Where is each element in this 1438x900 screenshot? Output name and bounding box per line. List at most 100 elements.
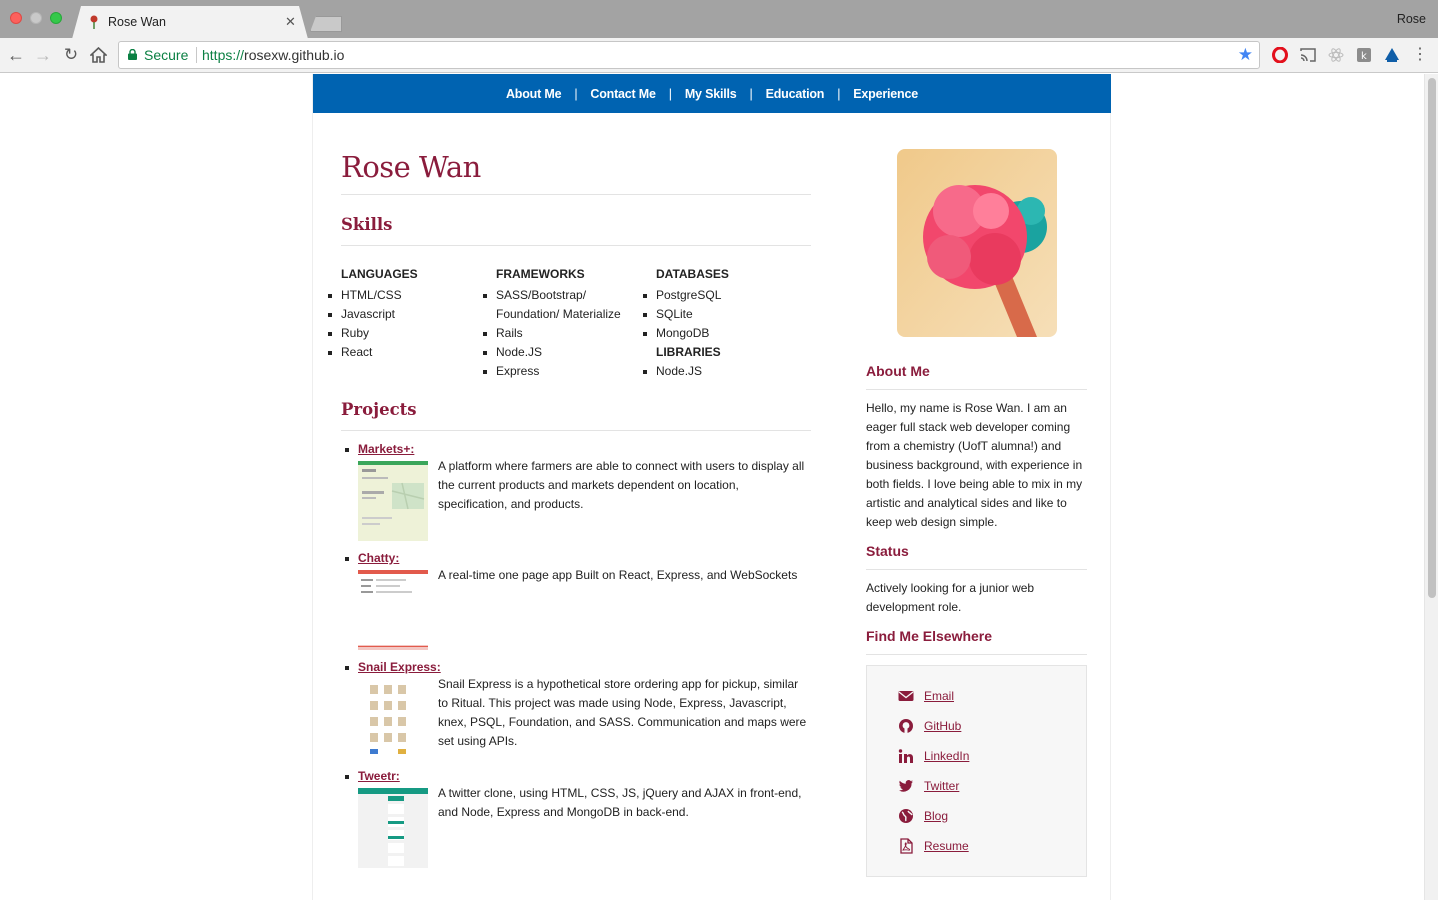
skill-item: PostgreSQL bbox=[643, 286, 729, 305]
skill-item: Rails bbox=[483, 324, 621, 343]
elsewhere-rule bbox=[866, 654, 1087, 655]
skill-item: Node.JS bbox=[483, 343, 621, 362]
nav-experience[interactable]: Experience bbox=[853, 87, 918, 101]
about-rule bbox=[866, 389, 1087, 390]
pdf-icon bbox=[900, 838, 913, 854]
forward-arrow-icon[interactable]: → bbox=[34, 46, 52, 64]
browser-titlebar: Rose Wan ✕ Rose bbox=[0, 0, 1438, 38]
twitter-icon bbox=[899, 780, 913, 792]
top-navigation: About Me | Contact Me | My Skills | Educ… bbox=[313, 74, 1111, 113]
nav-contact-me[interactable]: Contact Me bbox=[590, 87, 656, 101]
maximize-window-button[interactable] bbox=[50, 12, 62, 24]
list-bullet bbox=[345, 448, 349, 452]
projects-rule bbox=[341, 430, 811, 431]
projects-heading: Projects bbox=[341, 400, 417, 419]
new-tab-button[interactable] bbox=[310, 16, 342, 32]
skill-item: HTML/CSS bbox=[328, 286, 418, 305]
project-thumbnail-snail-express[interactable] bbox=[358, 679, 428, 759]
react-devtools-icon[interactable] bbox=[1328, 47, 1344, 63]
skills-frameworks: FRAMEWORKS SASS/Bootstrap/Foundation/ Ma… bbox=[483, 267, 621, 381]
rose-favicon-icon bbox=[90, 15, 98, 29]
lock-icon bbox=[128, 49, 137, 60]
url-text: https://rosexw.github.io bbox=[202, 47, 345, 63]
linkedin-icon bbox=[898, 749, 913, 763]
project-description: A platform where farmers are able to con… bbox=[438, 459, 805, 511]
envelope-icon bbox=[898, 691, 914, 701]
skill-item: SQLite bbox=[643, 305, 729, 324]
address-bar[interactable]: Secure https://rosexw.github.io ★ bbox=[118, 41, 1260, 69]
link-resume[interactable]: Resume bbox=[898, 837, 969, 855]
project-link-markets[interactable]: Markets+: bbox=[358, 442, 414, 456]
list-bullet bbox=[345, 775, 349, 779]
link-linkedin[interactable]: LinkedIn bbox=[898, 747, 969, 765]
project-thumbnail-chatty[interactable] bbox=[358, 570, 428, 650]
kindle-extension-icon[interactable]: k bbox=[1356, 47, 1372, 63]
about-text: Hello, my name is Rose Wan. I am an eage… bbox=[866, 401, 1083, 529]
browser-toolbar: ← → ↻ Secure https://rosexw.github.io ★ … bbox=[0, 38, 1438, 73]
nav-divider: | bbox=[749, 86, 753, 101]
chrome-menu-icon[interactable]: ⋮ bbox=[1411, 46, 1429, 64]
home-icon[interactable] bbox=[90, 47, 107, 63]
address-separator bbox=[196, 47, 197, 63]
skill-item: Ruby bbox=[328, 324, 418, 343]
project-description: A real-time one page app Built on React,… bbox=[438, 568, 798, 582]
skill-item: SASS/Bootstrap/Foundation/ Materialize bbox=[483, 286, 621, 324]
nav-my-skills[interactable]: My Skills bbox=[685, 87, 737, 101]
drive-extension-icon[interactable] bbox=[1384, 47, 1400, 63]
status-text: Actively looking for a junior web develo… bbox=[866, 581, 1035, 614]
page-title: Rose Wan bbox=[341, 150, 481, 184]
svg-text:k: k bbox=[1361, 51, 1367, 62]
opera-extension-icon[interactable] bbox=[1272, 47, 1288, 63]
nav-divider: | bbox=[574, 86, 578, 101]
page-scrollbar[interactable] bbox=[1424, 74, 1438, 900]
project-thumbnail-markets[interactable] bbox=[358, 461, 428, 541]
minimize-window-button[interactable] bbox=[30, 12, 42, 24]
skills-heading: Skills bbox=[341, 215, 393, 234]
social-links-panel: Email GitHub LinkedIn Twitter Blog Resum… bbox=[866, 665, 1087, 877]
reload-icon[interactable]: ↻ bbox=[62, 46, 80, 64]
list-bullet bbox=[345, 666, 349, 670]
status-heading: Status bbox=[866, 543, 909, 559]
project-item: Chatty: A real-time one page app Built o… bbox=[341, 551, 811, 656]
page-container: About Me | Contact Me | My Skills | Educ… bbox=[312, 74, 1111, 900]
project-item: Snail Express: Snail Express is a hypoth… bbox=[341, 660, 811, 765]
cast-icon[interactable] bbox=[1300, 47, 1316, 63]
skill-item: React bbox=[328, 343, 418, 362]
nav-about-me[interactable]: About Me bbox=[506, 87, 562, 101]
project-link-tweetr[interactable]: Tweetr: bbox=[358, 769, 400, 783]
globe-icon bbox=[899, 809, 913, 823]
tab-title: Rose Wan bbox=[108, 15, 166, 29]
bookmark-star-icon[interactable]: ★ bbox=[1238, 45, 1253, 65]
project-link-snail-express[interactable]: Snail Express: bbox=[358, 660, 441, 674]
link-github[interactable]: GitHub bbox=[898, 717, 961, 735]
tab-close-icon[interactable]: ✕ bbox=[285, 14, 296, 30]
link-email[interactable]: Email bbox=[898, 687, 954, 705]
page-viewport: About Me | Contact Me | My Skills | Educ… bbox=[0, 74, 1424, 900]
github-icon bbox=[899, 719, 913, 733]
skills-languages: LANGUAGES HTML/CSS Javascript Ruby React bbox=[328, 267, 418, 362]
project-link-chatty[interactable]: Chatty: bbox=[358, 551, 399, 565]
libraries-title: LIBRARIES bbox=[656, 345, 721, 359]
languages-title: LANGUAGES bbox=[341, 267, 418, 281]
elsewhere-heading: Find Me Elsewhere bbox=[866, 628, 993, 644]
project-description: Snail Express is a hypothetical store or… bbox=[438, 677, 807, 748]
list-bullet bbox=[345, 557, 349, 561]
title-rule bbox=[341, 194, 811, 195]
profile-name[interactable]: Rose bbox=[1397, 12, 1426, 26]
nav-education[interactable]: Education bbox=[766, 87, 825, 101]
project-item: Tweetr: A twitter clone, using HTML, CSS… bbox=[341, 769, 811, 874]
project-item: Markets+: A platform where farmers are a… bbox=[341, 442, 811, 547]
close-window-button[interactable] bbox=[10, 12, 22, 24]
skills-databases: DATABASES PostgreSQL SQLite MongoDB LIBR… bbox=[643, 267, 729, 381]
project-thumbnail-tweetr[interactable] bbox=[358, 788, 428, 868]
about-heading: About Me bbox=[866, 363, 930, 379]
link-blog[interactable]: Blog bbox=[898, 807, 948, 825]
link-twitter[interactable]: Twitter bbox=[898, 777, 959, 795]
back-arrow-icon[interactable]: ← bbox=[7, 46, 25, 64]
nav-divider: | bbox=[837, 86, 841, 101]
skills-rule bbox=[341, 245, 811, 246]
status-rule bbox=[866, 569, 1087, 570]
scrollbar-thumb[interactable] bbox=[1428, 78, 1436, 598]
skill-item: Express bbox=[483, 362, 621, 381]
project-description: A twitter clone, using HTML, CSS, JS, jQ… bbox=[438, 786, 802, 819]
